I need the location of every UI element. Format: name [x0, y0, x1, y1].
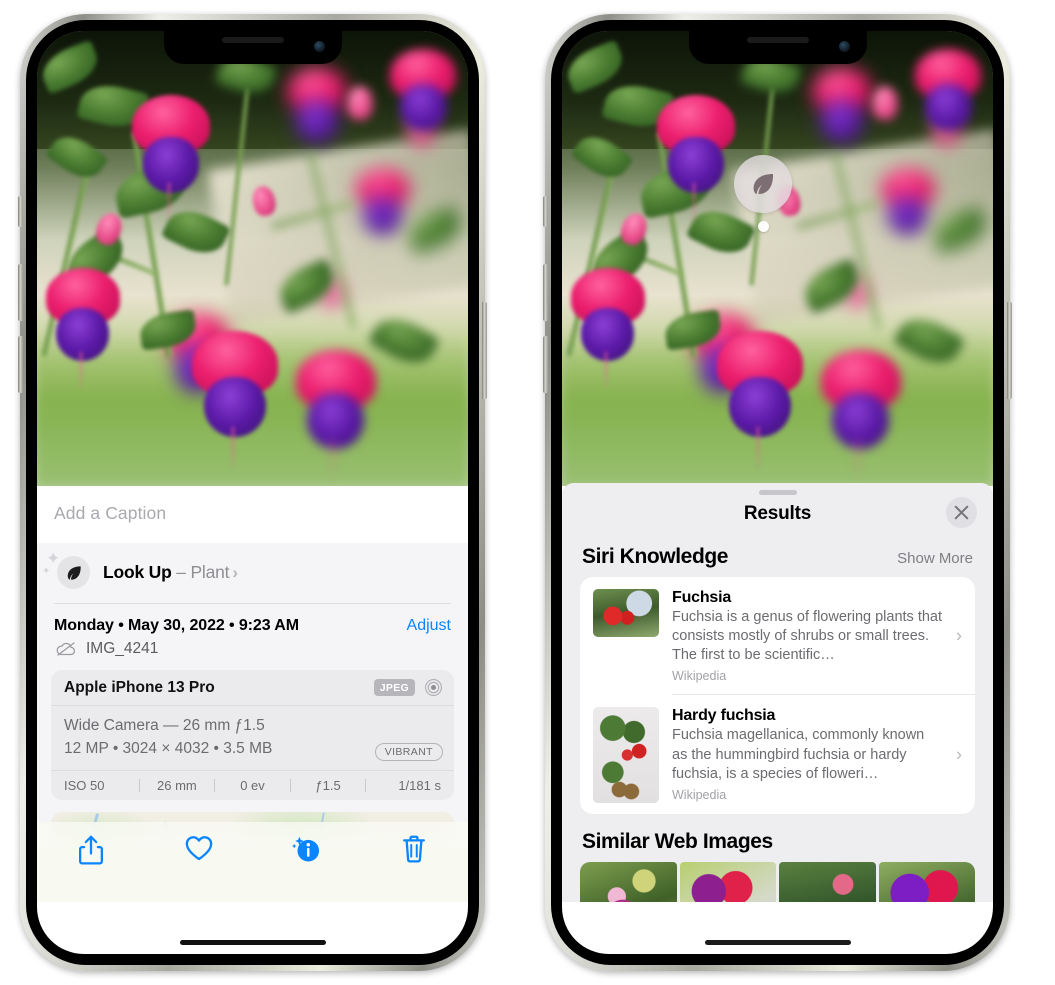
- volume-down-button[interactable]: [18, 336, 23, 393]
- look-up-label: Look Up – Plant ›: [103, 562, 238, 583]
- exif-body: Wide Camera — 26 mm ƒ1.5 12 MP • 3024 × …: [51, 706, 454, 770]
- item-source: Wikipedia: [672, 669, 727, 684]
- share-icon: [78, 835, 103, 865]
- similar-image-3[interactable]: [779, 862, 876, 902]
- results-header: Results: [562, 495, 993, 529]
- volume-down-button[interactable]: [543, 336, 548, 393]
- photos-detail-phone: Add a Caption ✦ ✦ Look Up – Plant › Mond…: [18, 14, 487, 971]
- photographic-style-badge: VIBRANT: [374, 742, 443, 761]
- similar-web-images-header: Similar Web Images: [562, 814, 993, 862]
- similar-image-1[interactable]: [580, 862, 677, 902]
- cloud-slash-icon: [56, 642, 76, 656]
- photo-toolbar: [37, 822, 468, 902]
- similar-images-strip[interactable]: [562, 862, 993, 902]
- photo-viewer[interactable]: [562, 31, 993, 486]
- earpiece-speaker: [221, 37, 284, 43]
- page-title: Results: [743, 503, 812, 524]
- home-indicator[interactable]: [704, 940, 851, 945]
- lens-info: Wide Camera — 26 mm ƒ1.5: [64, 717, 265, 734]
- close-icon: [954, 505, 969, 520]
- mute-switch[interactable]: [543, 196, 548, 227]
- aperture-icon: [425, 679, 442, 696]
- visual-lookup-results-phone: Results Siri Knowledge Show More Fuchsia…: [543, 14, 1012, 971]
- front-camera-icon: [838, 41, 850, 52]
- volume-up-button[interactable]: [18, 264, 23, 321]
- favorite-button[interactable]: [145, 834, 253, 862]
- section-title: Similar Web Images: [582, 830, 773, 854]
- similar-image-2[interactable]: [679, 862, 776, 902]
- chevron-right-icon: ›: [232, 563, 238, 582]
- exif-header: Apple iPhone 13 Pro JPEG: [51, 670, 454, 706]
- share-button[interactable]: [37, 834, 145, 866]
- leaf-icon: ✦ ✦: [42, 550, 90, 589]
- mute-switch[interactable]: [18, 196, 23, 227]
- section-title: Siri Knowledge: [582, 545, 729, 568]
- info-button[interactable]: [253, 834, 361, 864]
- hardy-fuchsia-specimen-thumb: [593, 707, 659, 804]
- lookup-anchor-dot: [757, 221, 769, 232]
- exif-stats: ISO 50 26 mm 0 ev ƒ1.5 1/181 s: [51, 769, 454, 800]
- item-title: Fuchsia: [672, 589, 732, 606]
- photo-meta-row: Monday • May 30, 2022 • 9:23 AM Adjust: [37, 604, 468, 635]
- exif-stat-ev: 0 ev: [240, 777, 265, 793]
- visual-lookup-results-sheet: Results Siri Knowledge Show More Fuchsia…: [562, 483, 993, 902]
- visual-lookup-badge[interactable]: [734, 155, 792, 232]
- exif-stat-focal: 26 mm: [157, 777, 197, 793]
- look-up-subject: Plant: [190, 562, 230, 582]
- power-button[interactable]: [1007, 302, 1012, 399]
- earpiece-speaker: [746, 37, 809, 43]
- caption-placeholder: Add a Caption: [54, 503, 167, 523]
- show-more-button[interactable]: Show More: [897, 550, 973, 567]
- photo-viewer[interactable]: [37, 31, 468, 486]
- siri-knowledge-header: Siri Knowledge Show More: [562, 529, 993, 577]
- look-up-title: Look Up: [103, 562, 172, 582]
- adjust-button[interactable]: Adjust: [407, 617, 451, 635]
- item-source: Wikipedia: [672, 787, 727, 802]
- photo-datetime: Monday • May 30, 2022 • 9:23 AM: [54, 617, 299, 634]
- exif-stat-iso: ISO 50: [64, 777, 105, 793]
- fuchsia-red-flowers-thumb: [593, 589, 659, 637]
- exif-stat-shutter: 1/181 s: [398, 777, 441, 793]
- front-camera-icon: [313, 41, 325, 52]
- leaf-icon: [734, 155, 792, 213]
- list-item[interactable]: Hardy fuchsia Fuchsia magellanica, commo…: [580, 695, 975, 814]
- photo-info-sheet: Add a Caption ✦ ✦ Look Up – Plant › Mond…: [37, 486, 468, 902]
- notch: [163, 31, 342, 64]
- sparkle-small-icon: ✦: [42, 566, 51, 577]
- home-indicator[interactable]: [179, 940, 326, 945]
- filename-row: IMG_4241: [37, 635, 468, 670]
- info-sparkle-icon: [292, 836, 320, 862]
- phone-screen: Results Siri Knowledge Show More Fuchsia…: [562, 31, 993, 954]
- item-description: Fuchsia magellanica, commonly known as t…: [672, 727, 925, 782]
- device-name: Apple iPhone 13 Pro: [64, 678, 215, 696]
- photo-filename: IMG_4241: [86, 640, 159, 657]
- siri-knowledge-card: Fuchsia Fuchsia is a genus of flowering …: [580, 577, 975, 815]
- look-up-dash: –: [171, 562, 191, 582]
- exif-stat-aperture: ƒ1.5: [315, 777, 341, 793]
- screenshot-stage: Add a Caption ✦ ✦ Look Up – Plant › Mond…: [0, 0, 1055, 985]
- delete-button[interactable]: [360, 834, 468, 864]
- sparkle-icon: ✦: [46, 549, 61, 568]
- close-button[interactable]: [946, 497, 977, 528]
- similar-image-4[interactable]: [878, 862, 975, 902]
- power-button[interactable]: [482, 302, 487, 399]
- phone-screen: Add a Caption ✦ ✦ Look Up – Plant › Mond…: [37, 31, 468, 954]
- list-item[interactable]: Fuchsia Fuchsia is a genus of flowering …: [580, 577, 975, 694]
- notch: [688, 31, 867, 64]
- chevron-right-icon: ›: [956, 625, 962, 646]
- chevron-right-icon: ›: [956, 744, 962, 765]
- item-title: Hardy fuchsia: [672, 707, 776, 725]
- exif-card: Apple iPhone 13 Pro JPEG Wide Camera — 2…: [51, 670, 454, 800]
- format-badge: JPEG: [373, 679, 415, 696]
- trash-icon: [403, 835, 426, 863]
- heart-icon: [185, 836, 212, 861]
- caption-field[interactable]: Add a Caption: [37, 486, 468, 543]
- look-up-row[interactable]: ✦ ✦ Look Up – Plant ›: [37, 543, 468, 603]
- item-description: Fuchsia is a genus of flowering plants t…: [672, 609, 943, 664]
- volume-up-button[interactable]: [543, 264, 548, 321]
